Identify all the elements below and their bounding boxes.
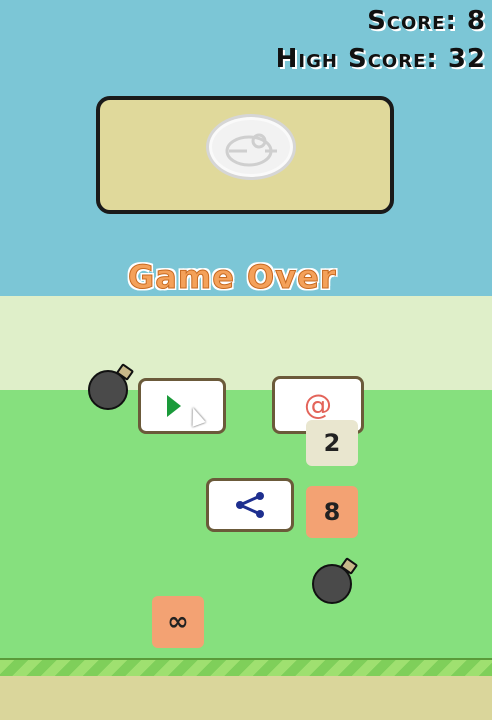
bomb-icon	[88, 370, 128, 410]
high-score-label: High Score: 32	[275, 44, 486, 74]
bird-medal-icon	[206, 114, 296, 180]
bomb-icon	[312, 564, 352, 604]
play-button[interactable]	[138, 378, 226, 434]
score-label: Score: 8	[367, 6, 486, 36]
email-at-label: @	[304, 388, 332, 421]
cursor-icon	[186, 405, 206, 427]
medal-panel	[96, 96, 394, 214]
tile-8: 8	[306, 486, 358, 538]
game-over-title: Game Over	[128, 258, 337, 297]
share-icon	[236, 492, 264, 518]
game-screen: { "hud": { "score_label": "Score: 8", "h…	[0, 0, 492, 720]
share-button[interactable]	[206, 478, 294, 532]
ground-stripe	[0, 658, 492, 676]
ground	[0, 676, 492, 720]
tile-infinity: ∞	[152, 596, 204, 648]
tile-2: 2	[306, 420, 358, 466]
play-icon	[167, 395, 181, 417]
